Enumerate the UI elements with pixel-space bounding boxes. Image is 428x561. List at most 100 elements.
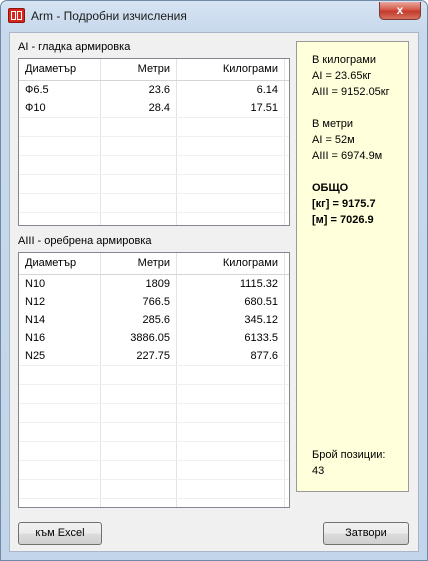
ribbed-list-header: Диаметър Метри Килограми [19,253,289,275]
cell-kilograms: 6133.5 [177,329,285,347]
cell-diameter: N25 [19,347,101,365]
cell-kilograms: 6.14 [177,81,285,99]
table-row[interactable]: N16 3886.05 6133.5 [19,329,289,347]
empty-cell [19,385,101,403]
positions-value: 43 [312,465,325,477]
empty-cell [19,442,101,460]
empty-cell [101,118,177,136]
empty-cell [19,213,101,225]
cell-kilograms: 877.6 [177,347,285,365]
empty-row [19,155,289,174]
empty-row [19,441,289,460]
column-header-diameter[interactable]: Диаметър [19,59,101,80]
cell-meters: 1809 [101,275,177,293]
empty-cell [101,442,177,460]
summary-m-title: В метри [312,118,354,130]
cell-meters: 28.4 [101,99,177,117]
dialog-client-area: AI - гладка армировка Диаметър Метри Кил… [9,32,419,552]
table-row[interactable]: N10 1809 1115.32 [19,275,289,293]
dialog-window: Arm - Подробни изчисления x AI - гладка … [0,0,428,561]
empty-cell [177,175,285,193]
empty-cell [177,194,285,212]
empty-row [19,117,289,136]
summary-total-title: ОБЩО [312,182,349,194]
empty-cell [19,175,101,193]
empty-cell [177,461,285,479]
empty-cell [19,366,101,384]
window-title: Arm - Подробни изчисления [31,9,187,23]
close-icon: x [396,3,404,17]
cell-meters: 285.6 [101,311,177,329]
table-row[interactable]: N25 227.75 877.6 [19,347,289,365]
empty-cell [177,118,285,136]
summary-kg-aiii: AIII = 9152.05кг [312,86,390,98]
window-close-button[interactable]: x [379,2,421,20]
smooth-reinforcement-title: AI - гладка армировка [18,41,131,53]
table-row[interactable]: N14 285.6 345.12 [19,311,289,329]
empty-cell [19,194,101,212]
empty-row [19,212,289,225]
empty-row [19,193,289,212]
empty-row [19,174,289,193]
empty-cell [101,480,177,498]
empty-cell [177,499,285,507]
ribbed-reinforcement-title: AIII - оребрена армировка [18,235,152,247]
empty-cell [19,480,101,498]
empty-cell [101,137,177,155]
cell-meters: 766.5 [101,293,177,311]
export-excel-button[interactable]: към Excel [18,522,102,545]
positions-label: Брой позиции: [312,449,386,461]
cell-kilograms: 345.12 [177,311,285,329]
empty-cell [19,461,101,479]
smooth-list-header: Диаметър Метри Килограми [19,59,289,81]
summary-panel: В килограми AI = 23.65кг AIII = 9152.05к… [296,41,409,492]
empty-cell [177,442,285,460]
empty-cell [101,499,177,507]
empty-cell [19,137,101,155]
empty-row [19,365,289,384]
title-bar: Arm - Подробни изчисления x [1,1,427,31]
empty-cell [177,213,285,225]
empty-cell [19,156,101,174]
summary-m-aiii: AIII = 6974.9м [312,150,383,162]
app-icon [8,8,25,23]
empty-row [19,384,289,403]
cell-meters: 3886.05 [101,329,177,347]
column-header-diameter[interactable]: Диаметър [19,253,101,274]
empty-cell [101,175,177,193]
empty-cell [101,156,177,174]
empty-row [19,498,289,507]
column-header-meters[interactable]: Метри [101,59,177,80]
cell-diameter: Ф10 [19,99,101,117]
empty-cell [101,461,177,479]
empty-cell [101,366,177,384]
ribbed-reinforcement-list[interactable]: Диаметър Метри Килограми N10 1809 1115.32 N… [18,252,290,508]
empty-cell [177,404,285,422]
column-header-kilograms[interactable]: Килограми [177,253,285,274]
summary-total-m: [м] = 7026.9 [312,214,374,226]
column-header-meters[interactable]: Метри [101,253,177,274]
cell-kilograms: 17.51 [177,99,285,117]
empty-cell [101,194,177,212]
empty-cell [177,385,285,403]
empty-cell [101,404,177,422]
empty-cell [19,118,101,136]
empty-cell [19,423,101,441]
summary-total-kg: [кг] = 9175.7 [312,198,376,210]
table-row[interactable]: N12 766.5 680.51 [19,293,289,311]
empty-cell [19,499,101,507]
cell-diameter: N14 [19,311,101,329]
table-row[interactable]: Ф10 28.4 17.51 [19,99,289,117]
cell-diameter: N12 [19,293,101,311]
summary-kg-title: В килограми [312,54,376,66]
empty-cell [101,385,177,403]
empty-cell [177,480,285,498]
smooth-reinforcement-list[interactable]: Диаметър Метри Килограми Ф6.5 23.6 6.14 Ф10… [18,58,290,226]
table-row[interactable]: Ф6.5 23.6 6.14 [19,81,289,99]
column-header-kilograms[interactable]: Килограми [177,59,285,80]
empty-cell [177,366,285,384]
summary-m-ai: AI = 52м [312,134,355,146]
cell-meters: 23.6 [101,81,177,99]
empty-cell [177,156,285,174]
close-button[interactable]: Затвори [323,522,409,545]
